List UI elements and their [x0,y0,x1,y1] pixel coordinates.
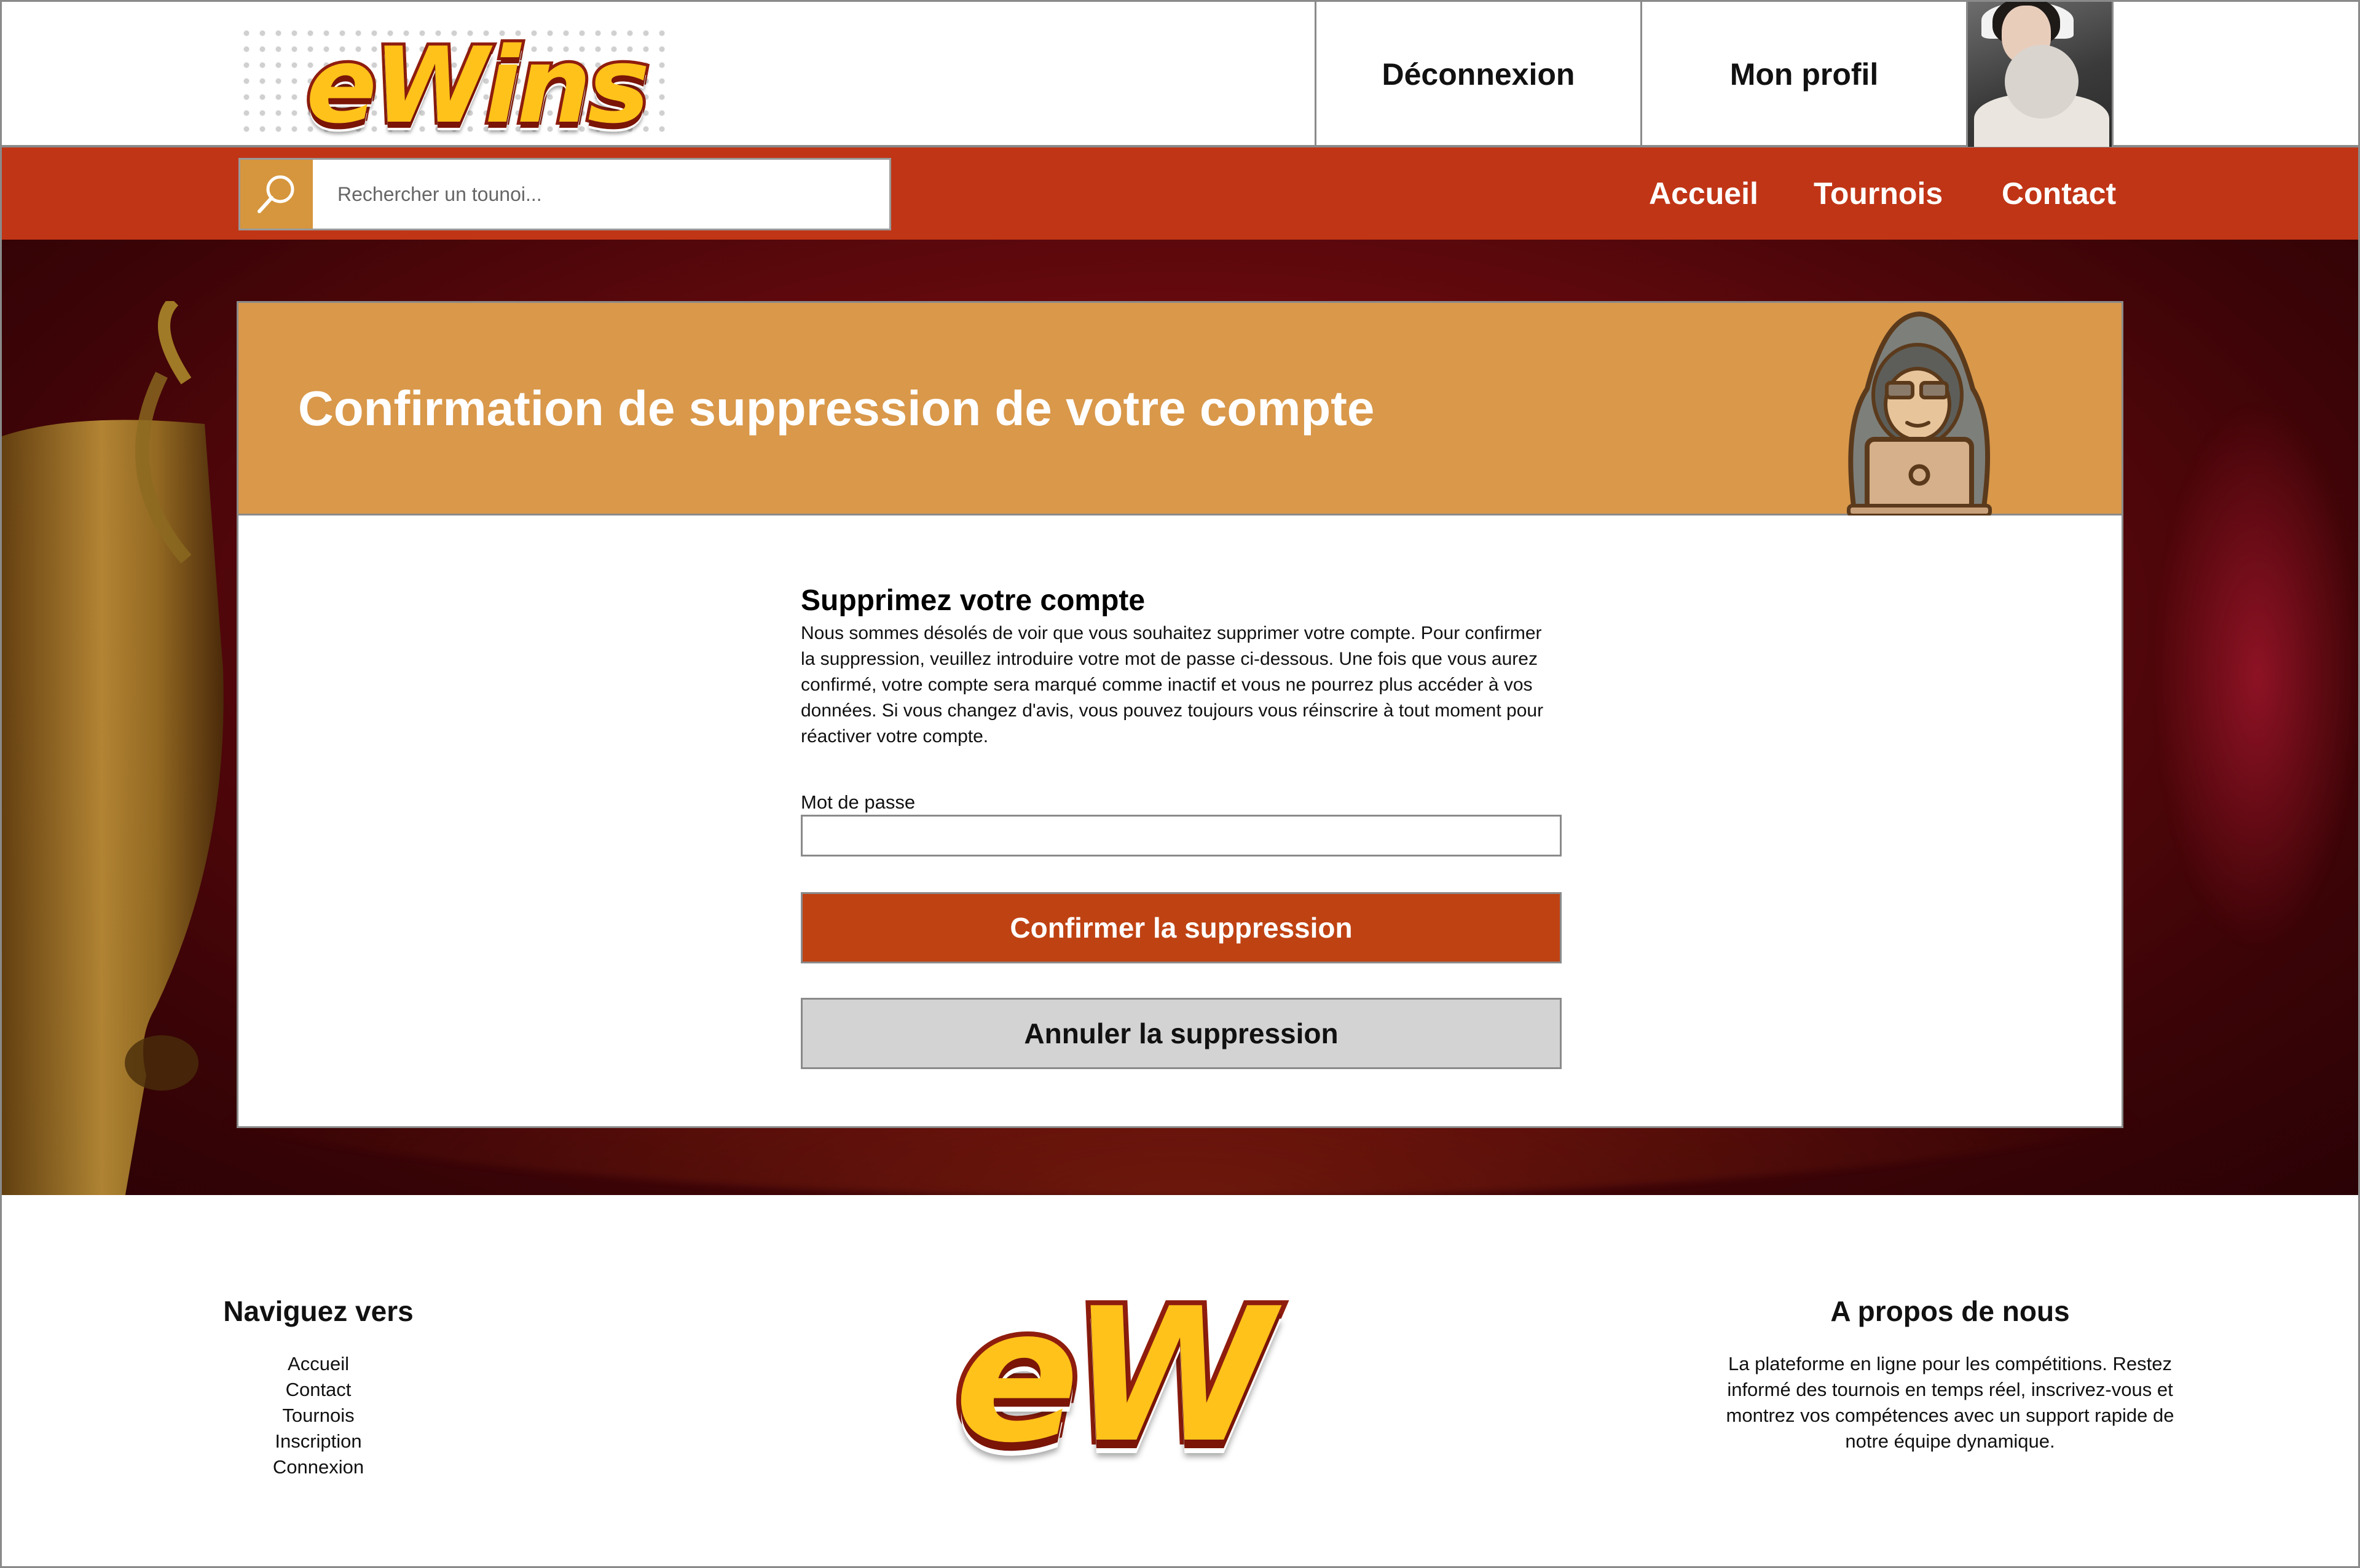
avatar[interactable] [1966,2,2114,147]
logout-link[interactable]: Déconnexion [1315,2,1640,147]
footer-logo-text: eW [950,1264,1279,1488]
footer-link-contact[interactable]: Contact [186,1377,450,1403]
cancel-delete-button[interactable]: Annuler la suppression [801,998,1562,1069]
footer-about-text: La plateforme en ligne pour les compétit… [1726,1353,2174,1452]
nav-accueil[interactable]: Accueil [1649,147,1758,240]
main-nav: Accueil Tournois Contact [0,147,2360,240]
footer-nav-title: Naviguez vers [223,1295,414,1327]
top-header: eWins Déconnexion Mon profil [0,0,2360,150]
footer-nav: Naviguez vers Accueil Contact Tournois I… [186,1295,450,1480]
nav-tournois[interactable]: Tournois [1814,147,1943,240]
card-header: Confirmation de suppression de votre com… [238,303,2122,515]
footer-link-inscription[interactable]: Inscription [186,1429,450,1454]
footer: Naviguez vers Accueil Contact Tournois I… [0,1195,2360,1568]
search-button[interactable] [240,160,313,229]
delete-form: Supprimez votre compte Nous sommes désol… [801,582,1563,1069]
trophy-illustration [2,301,224,1195]
form-heading: Supprimez votre compte [801,584,1146,617]
footer-about: A propos de nous La plateforme en ligne … [1710,1295,2190,1454]
footer-link-accueil[interactable]: Accueil [186,1351,450,1377]
nav-contact[interactable]: Contact [2002,147,2116,240]
delete-account-card: Confirmation de suppression de votre com… [237,301,2123,1128]
search-input[interactable] [313,160,889,229]
footer-logo[interactable]: eW [936,1264,1354,1488]
password-field[interactable] [801,815,1562,857]
cat-image [2005,45,2079,119]
form-description: Nous sommes désolés de voir que vous sou… [801,623,1544,747]
logo-text: eWins [303,22,653,150]
password-label: Mot de passe [801,791,916,813]
logo[interactable]: eWins [238,19,669,150]
confirm-delete-button[interactable]: Confirmer la suppression [801,892,1562,963]
footer-link-connexion[interactable]: Connexion [186,1454,450,1480]
hacker-illustration [1847,311,1992,515]
page-title: Confirmation de suppression de votre com… [298,381,1375,436]
search-icon [258,175,294,213]
search-bar [238,158,891,230]
profile-link[interactable]: Mon profil [1640,2,1966,147]
footer-about-title: A propos de nous [1830,1295,2070,1327]
footer-link-tournois[interactable]: Tournois [186,1403,450,1429]
